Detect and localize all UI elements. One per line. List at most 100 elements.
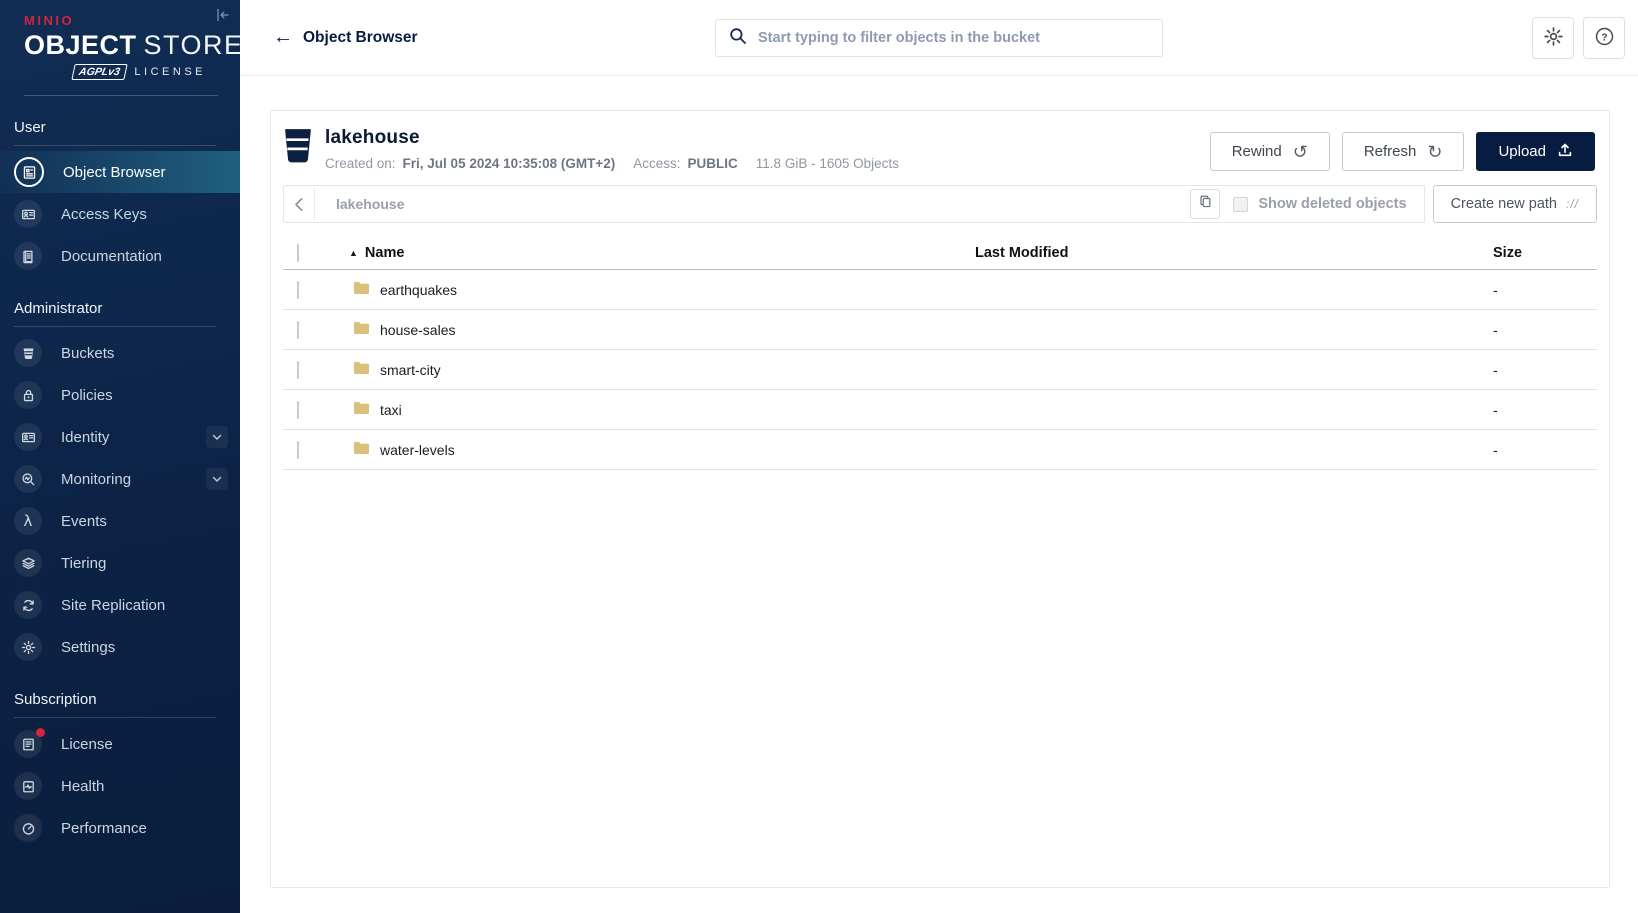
sidebar-item-settings[interactable]: Settings [0, 626, 240, 668]
bucket-header-text: lakehouse Created on: Fri, Jul 05 2024 1… [325, 127, 899, 171]
table-row-house-sales[interactable]: house-sales - [283, 310, 1597, 350]
health-icon [14, 772, 42, 800]
sidebar-item-tiering[interactable]: Tiering [0, 542, 240, 584]
help-icon: ? [1594, 26, 1615, 50]
object-name[interactable]: water-levels [380, 442, 455, 458]
sidebar-item-performance[interactable]: Performance [0, 807, 240, 849]
row-checkbox[interactable] [297, 280, 299, 299]
help-button[interactable]: ? [1583, 16, 1625, 59]
sort-asc-icon[interactable]: ▲ [349, 248, 358, 258]
sidebar-item-monitoring[interactable]: Monitoring [0, 458, 240, 500]
object-size: - [1493, 361, 1498, 378]
chevron-down-icon[interactable] [206, 468, 228, 490]
sidebar-item-documentation[interactable]: Documentation [0, 235, 240, 277]
create-new-path-button[interactable]: Create new path :// [1432, 185, 1597, 223]
svg-text:?: ? [1601, 31, 1607, 43]
search-input[interactable] [758, 30, 1149, 46]
chevron-down-icon[interactable] [206, 426, 228, 448]
column-header-size[interactable]: Size [1459, 245, 1597, 261]
brand-name: MINIO [24, 13, 75, 28]
sidebar-item-label: Policies [61, 386, 113, 404]
object-size: - [1493, 441, 1498, 458]
sidebar-item-site-replication[interactable]: Site Replication [0, 584, 240, 626]
table-row-water-levels[interactable]: water-levels - [283, 430, 1597, 470]
sidebar-item-events[interactable]: λ Events [0, 500, 240, 542]
table-header-row: ▲ Name Last Modified Size [283, 236, 1597, 270]
section-label: Subscription [14, 691, 97, 708]
section-divider [14, 326, 216, 327]
events-icon: λ [14, 507, 42, 535]
folder-icon [353, 401, 370, 418]
sidebar-item-license[interactable]: License [0, 723, 240, 765]
row-checkbox[interactable] [297, 440, 299, 459]
table-body: earthquakes - house-sales - smart-city - taxi -… [283, 270, 1597, 470]
select-all-checkbox[interactable] [297, 243, 299, 262]
table-row-taxi[interactable]: taxi - [283, 390, 1597, 430]
show-deleted-toggle[interactable]: Show deleted objects [1233, 196, 1407, 212]
row-checkbox[interactable] [297, 320, 299, 339]
section-label: Administrator [14, 300, 103, 317]
object-name[interactable]: house-sales [380, 322, 456, 338]
minio-logo: MINIO OBJECT STORE AGPLv3 LICENSE [0, 0, 244, 80]
object-name[interactable]: taxi [380, 402, 402, 418]
bucket-icon [283, 127, 312, 169]
identity-icon [14, 423, 42, 451]
sidebar-item-policies[interactable]: Policies [0, 374, 240, 416]
content-area: lakehouse Created on: Fri, Jul 05 2024 1… [240, 76, 1638, 913]
sidebar-item-access-keys[interactable]: Access Keys [0, 193, 240, 235]
path-back-button[interactable] [284, 186, 315, 222]
documentation-icon [14, 242, 42, 270]
object-size: - [1493, 401, 1498, 418]
section-divider [14, 145, 216, 146]
agpl-badge: AGPLv3 [70, 64, 128, 80]
object-name[interactable]: earthquakes [380, 282, 457, 298]
object-name[interactable]: smart-city [380, 362, 441, 378]
bucket-actions: Rewind ↺ Refresh ↻ Upload [1209, 127, 1595, 171]
settings-gear-button[interactable] [1532, 16, 1574, 59]
access-value[interactable]: PUBLIC [688, 156, 738, 171]
performance-icon [14, 814, 42, 842]
license-icon [14, 728, 45, 758]
row-checkbox[interactable] [297, 360, 299, 379]
folder-icon [353, 361, 370, 378]
sidebar-item-identity[interactable]: Identity [0, 416, 240, 458]
sidebar-item-label: Health [61, 777, 105, 795]
search-box[interactable] [715, 19, 1163, 57]
copy-path-button[interactable] [1190, 189, 1221, 219]
sidebar-item-label: Tiering [61, 554, 107, 572]
sidebar-item-label: Performance [61, 819, 147, 837]
main-area: ← Object Browser ? lakehouse Created on:… [240, 0, 1638, 913]
row-checkbox[interactable] [297, 400, 299, 419]
rewind-button[interactable]: Rewind ↺ [1209, 132, 1330, 171]
refresh-button[interactable]: Refresh ↻ [1341, 132, 1465, 171]
folder-icon [353, 281, 370, 298]
sidebar-section-administrator: Administrator Buckets Policies Identity Moni… [0, 300, 240, 668]
table-row-smart-city[interactable]: smart-city - [283, 350, 1597, 390]
policies-icon [14, 381, 42, 409]
notification-dot [36, 728, 45, 737]
access-label: Access: [633, 156, 681, 171]
sidebar-item-label: Monitoring [61, 470, 132, 488]
new-path-icon: :// [1565, 197, 1579, 211]
sidebar-item-buckets[interactable]: Buckets [0, 332, 240, 374]
sidebar-item-object-browser[interactable]: Object Browser [0, 151, 240, 193]
sidebar-item-label: Settings [61, 638, 116, 656]
section-divider [14, 717, 216, 718]
folder-icon [353, 441, 370, 458]
upload-button[interactable]: Upload [1476, 132, 1595, 171]
table-row-earthquakes[interactable]: earthquakes - [283, 270, 1597, 310]
sidebar-item-label: Site Replication [61, 596, 166, 614]
bucket-meta: Created on: Fri, Jul 05 2024 10:35:08 (G… [325, 156, 899, 171]
show-deleted-checkbox[interactable] [1233, 196, 1249, 212]
sidebar-item-health[interactable]: Health [0, 765, 240, 807]
column-header-last-modified[interactable]: Last Modified [975, 245, 1459, 261]
column-header-name[interactable]: Name [365, 245, 405, 261]
sidebar-item-label: Object Browser [63, 163, 166, 181]
pathbar-row: lakehouse Show deleted objects Create ne… [283, 185, 1597, 223]
settings-icon [14, 633, 42, 661]
object-browser-icon [14, 157, 44, 187]
folder-icon [353, 321, 370, 338]
back-arrow-icon[interactable]: ← [273, 26, 293, 49]
sidebar-section-subscription: Subscription License Health Performance [0, 691, 240, 849]
product-name: OBJECT STORE [24, 30, 244, 60]
